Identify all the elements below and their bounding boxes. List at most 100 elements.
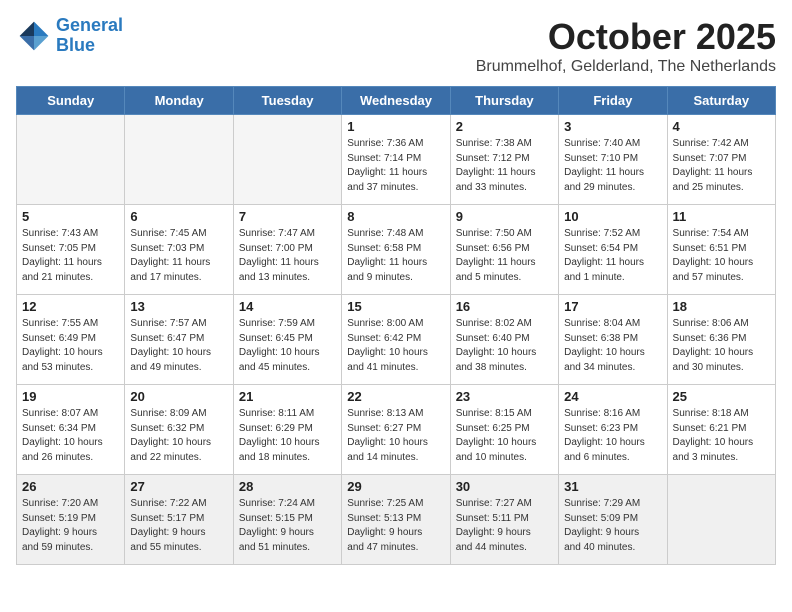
calendar-cell: 2 Sunrise: 7:38 AM Sunset: 7:12 PM Daylig… (450, 115, 558, 205)
day-info: Sunrise: 7:57 AM Sunset: 6:47 PM Dayligh… (130, 317, 227, 375)
day-info: Sunrise: 7:45 AM Sunset: 7:03 PM Dayligh… (130, 227, 227, 285)
day-info: Sunrise: 7:40 AM Sunset: 7:10 PM Dayligh… (564, 137, 661, 195)
day-info: Sunrise: 8:11 AM Sunset: 6:29 PM Dayligh… (239, 407, 336, 465)
day-info: Sunrise: 7:22 AM Sunset: 5:17 PM Dayligh… (130, 497, 227, 555)
calendar-cell (667, 475, 775, 565)
calendar-cell: 17 Sunrise: 8:04 AM Sunset: 6:38 PM Dayli… (559, 295, 667, 385)
calendar-cell: 22Sunrise: 8:13 AM Sunset: 6:27 PM Dayli… (342, 385, 450, 475)
calendar-cell: 29 Sunrise: 7:25 AM Sunset: 5:13 PM Dayli… (342, 475, 450, 565)
day-info: Sunrise: 8:06 AM Sunset: 6:36 PM Dayligh… (673, 317, 770, 375)
calendar-cell: 1Sunrise: 7:36 AM Sunset: 7:14 PM Daylig… (342, 115, 450, 205)
day-info: Sunrise: 7:25 AM Sunset: 5:13 PM Dayligh… (347, 497, 444, 555)
day-number: 4 (673, 119, 770, 134)
weekday-header-monday: Monday (125, 87, 233, 115)
calendar-cell: 13 Sunrise: 7:57 AM Sunset: 6:47 PM Dayli… (125, 295, 233, 385)
day-info: Sunrise: 8:09 AM Sunset: 6:32 PM Dayligh… (130, 407, 227, 465)
calendar-cell: 16Sunrise: 8:02 AM Sunset: 6:40 PM Dayli… (450, 295, 558, 385)
calendar-week-row: 1Sunrise: 7:36 AM Sunset: 7:14 PM Daylig… (17, 115, 776, 205)
calendar-cell: 21 Sunrise: 8:11 AM Sunset: 6:29 PM Dayli… (233, 385, 341, 475)
day-number: 12 (22, 299, 119, 314)
calendar-cell: 30Sunrise: 7:27 AM Sunset: 5:11 PM Dayli… (450, 475, 558, 565)
day-number: 26 (22, 479, 119, 494)
calendar-week-row: 19 Sunrise: 8:07 AM Sunset: 6:34 PM Dayli… (17, 385, 776, 475)
day-number: 30 (456, 479, 553, 494)
day-info: Sunrise: 7:43 AM Sunset: 7:05 PM Dayligh… (22, 227, 119, 285)
day-info: Sunrise: 8:15 AM Sunset: 6:25 PM Dayligh… (456, 407, 553, 465)
calendar-cell: 27 Sunrise: 7:22 AM Sunset: 5:17 PM Dayli… (125, 475, 233, 565)
day-number: 29 (347, 479, 444, 494)
month-year-title: October 2025 (476, 16, 776, 58)
calendar-cell: 18Sunrise: 8:06 AM Sunset: 6:36 PM Dayli… (667, 295, 775, 385)
day-number: 21 (239, 389, 336, 404)
calendar-cell: 10Sunrise: 7:52 AM Sunset: 6:54 PM Dayli… (559, 205, 667, 295)
day-number: 28 (239, 479, 336, 494)
calendar-cell: 14 Sunrise: 7:59 AM Sunset: 6:45 PM Dayli… (233, 295, 341, 385)
calendar-cell: 8Sunrise: 7:48 AM Sunset: 6:58 PM Daylig… (342, 205, 450, 295)
day-info: Sunrise: 7:50 AM Sunset: 6:56 PM Dayligh… (456, 227, 553, 285)
day-info: Sunrise: 7:36 AM Sunset: 7:14 PM Dayligh… (347, 137, 444, 195)
calendar-cell (125, 115, 233, 205)
calendar-week-row: 26 Sunrise: 7:20 AM Sunset: 5:19 PM Dayli… (17, 475, 776, 565)
logo-blue: Blue (56, 35, 95, 55)
day-info: Sunrise: 7:38 AM Sunset: 7:12 PM Dayligh… (456, 137, 553, 195)
calendar-cell: 5 Sunrise: 7:43 AM Sunset: 7:05 PM Daylig… (17, 205, 125, 295)
calendar-cell (17, 115, 125, 205)
weekday-header-wednesday: Wednesday (342, 87, 450, 115)
day-info: Sunrise: 7:47 AM Sunset: 7:00 PM Dayligh… (239, 227, 336, 285)
page-header: General Blue October 2025 Brummelhof, Ge… (16, 16, 776, 76)
day-number: 10 (564, 209, 661, 224)
day-info: Sunrise: 8:02 AM Sunset: 6:40 PM Dayligh… (456, 317, 553, 375)
weekday-header-saturday: Saturday (667, 87, 775, 115)
day-number: 27 (130, 479, 227, 494)
day-number: 20 (130, 389, 227, 404)
day-number: 14 (239, 299, 336, 314)
calendar-cell: 19 Sunrise: 8:07 AM Sunset: 6:34 PM Dayli… (17, 385, 125, 475)
day-number: 6 (130, 209, 227, 224)
day-number: 11 (673, 209, 770, 224)
calendar-cell: 23 Sunrise: 8:15 AM Sunset: 6:25 PM Dayli… (450, 385, 558, 475)
logo-icon (16, 18, 52, 54)
calendar-cell: 26 Sunrise: 7:20 AM Sunset: 5:19 PM Dayli… (17, 475, 125, 565)
calendar-week-row: 5 Sunrise: 7:43 AM Sunset: 7:05 PM Daylig… (17, 205, 776, 295)
calendar-cell: 6 Sunrise: 7:45 AM Sunset: 7:03 PM Daylig… (125, 205, 233, 295)
day-info: Sunrise: 7:59 AM Sunset: 6:45 PM Dayligh… (239, 317, 336, 375)
calendar-cell: 15Sunrise: 8:00 AM Sunset: 6:42 PM Dayli… (342, 295, 450, 385)
day-info: Sunrise: 7:24 AM Sunset: 5:15 PM Dayligh… (239, 497, 336, 555)
day-info: Sunrise: 8:04 AM Sunset: 6:38 PM Dayligh… (564, 317, 661, 375)
day-number: 5 (22, 209, 119, 224)
location-subtitle: Brummelhof, Gelderland, The Netherlands (476, 58, 776, 76)
calendar-cell: 3Sunrise: 7:40 AM Sunset: 7:10 PM Daylig… (559, 115, 667, 205)
day-number: 2 (456, 119, 553, 134)
day-info: Sunrise: 7:48 AM Sunset: 6:58 PM Dayligh… (347, 227, 444, 285)
weekday-header-row: SundayMondayTuesdayWednesdayThursdayFrid… (17, 87, 776, 115)
calendar-cell: 9 Sunrise: 7:50 AM Sunset: 6:56 PM Daylig… (450, 205, 558, 295)
calendar-cell: 12 Sunrise: 7:55 AM Sunset: 6:49 PM Dayli… (17, 295, 125, 385)
weekday-header-tuesday: Tuesday (233, 87, 341, 115)
day-info: Sunrise: 8:13 AM Sunset: 6:27 PM Dayligh… (347, 407, 444, 465)
day-number: 9 (456, 209, 553, 224)
day-number: 15 (347, 299, 444, 314)
day-info: Sunrise: 8:18 AM Sunset: 6:21 PM Dayligh… (673, 407, 770, 465)
calendar-cell: 25 Sunrise: 8:18 AM Sunset: 6:21 PM Dayli… (667, 385, 775, 475)
day-number: 25 (673, 389, 770, 404)
day-number: 13 (130, 299, 227, 314)
day-info: Sunrise: 7:42 AM Sunset: 7:07 PM Dayligh… (673, 137, 770, 195)
calendar-table: SundayMondayTuesdayWednesdayThursdayFrid… (16, 86, 776, 565)
calendar-cell: 28 Sunrise: 7:24 AM Sunset: 5:15 PM Dayli… (233, 475, 341, 565)
day-info: Sunrise: 8:07 AM Sunset: 6:34 PM Dayligh… (22, 407, 119, 465)
day-number: 19 (22, 389, 119, 404)
title-block: October 2025 Brummelhof, Gelderland, The… (476, 16, 776, 76)
day-number: 17 (564, 299, 661, 314)
day-info: Sunrise: 7:54 AM Sunset: 6:51 PM Dayligh… (673, 227, 770, 285)
day-number: 23 (456, 389, 553, 404)
calendar-cell: 31Sunrise: 7:29 AM Sunset: 5:09 PM Dayli… (559, 475, 667, 565)
logo-general: General (56, 15, 123, 35)
day-number: 7 (239, 209, 336, 224)
calendar-cell: 7 Sunrise: 7:47 AM Sunset: 7:00 PM Daylig… (233, 205, 341, 295)
calendar-week-row: 12 Sunrise: 7:55 AM Sunset: 6:49 PM Dayli… (17, 295, 776, 385)
day-info: Sunrise: 7:20 AM Sunset: 5:19 PM Dayligh… (22, 497, 119, 555)
day-info: Sunrise: 7:55 AM Sunset: 6:49 PM Dayligh… (22, 317, 119, 375)
weekday-header-sunday: Sunday (17, 87, 125, 115)
calendar-cell: 4 Sunrise: 7:42 AM Sunset: 7:07 PM Daylig… (667, 115, 775, 205)
day-info: Sunrise: 7:29 AM Sunset: 5:09 PM Dayligh… (564, 497, 661, 555)
